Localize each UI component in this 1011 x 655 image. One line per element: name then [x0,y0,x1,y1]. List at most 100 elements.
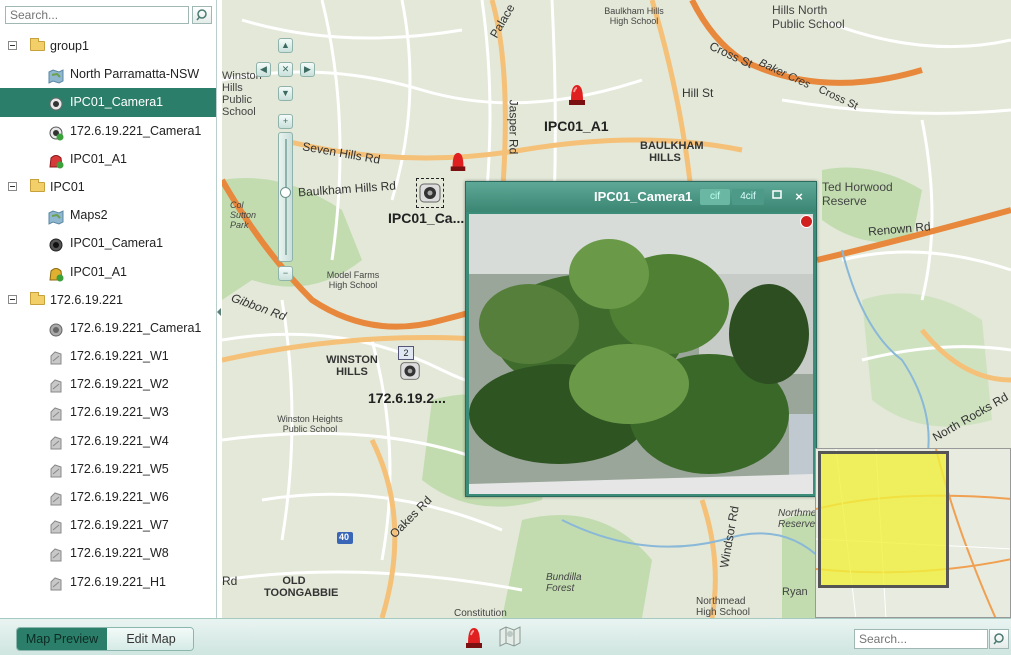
cif-button[interactable]: cif [700,189,730,205]
tree-item[interactable]: IPC01_Camera1 [0,229,216,257]
tree-item[interactable]: 172.6.19.221_W8 [0,539,216,567]
maximize-button[interactable] [770,189,784,205]
popup-title: IPC01_Camera1 [594,189,693,204]
folder-icon [30,291,45,305]
street-label: Jasper Rd [506,99,521,155]
tree-label: 172.6.19.221_W6 [70,490,169,504]
pan-down-button[interactable]: ▼ [278,86,293,101]
pan-center-button[interactable]: ✕ [278,62,293,77]
tree-group[interactable]: 172.6.19.221 [0,286,216,314]
tree-item[interactable]: 172.6.19.221_W5 [0,455,216,483]
tree-label: 172.6.19.221_W2 [70,377,169,392]
overview-minimap[interactable] [815,448,1011,618]
4cif-button[interactable]: 4cif [732,189,764,205]
tree-label: IPC01_Camera1 [70,236,164,251]
tree-item[interactable]: North Parramatta-NSW [0,60,216,88]
tree-item[interactable]: 172.6.19.221_W3 [0,398,216,426]
tab-map-preview[interactable]: Map Preview [17,628,107,650]
collapse-toggle-icon[interactable] [8,41,17,50]
map-place-label: Bundilla Forest [546,572,582,594]
map-place-label: Winston Hills Public School [222,70,262,118]
minus-icon: − [282,268,289,278]
route-shield-label: 40 [339,532,350,542]
zone-icon [48,489,64,506]
camera-device-ipc01[interactable] [416,178,444,208]
pan-right-button[interactable]: ▶ [300,62,315,77]
video-frame [469,214,813,494]
collapse-toggle-icon[interactable] [8,181,17,191]
zoom-slider-handle[interactable] [280,187,291,198]
tree-item[interactable]: 172.6.19.221_Camera1 [0,117,216,145]
tree-label: 172.6.19.221_W7 [70,518,169,533]
zoom-slider[interactable] [278,132,293,262]
tree-item[interactable]: IPC01_A1 [0,258,216,286]
street-label: Hill St [682,86,714,100]
alarm-siren-icon [569,85,585,105]
chevron-right-icon: ▶ [304,64,311,74]
camera-online-icon [48,123,64,141]
tree-item[interactable]: IPC01_A1 [0,145,216,173]
map-place-label: Constitution [454,608,507,618]
tree-item[interactable]: 172.6.19.221_W2 [0,370,216,398]
tree-item[interactable]: Maps2 [0,201,216,229]
zone-icon [48,376,64,393]
pan-up-button[interactable]: ▲ [278,38,293,53]
device-label: IPC01_A1 [544,118,609,134]
center-icon: ✕ [281,64,290,74]
alarm-siren-icon [466,628,482,648]
alarm-siren-button[interactable] [463,624,485,653]
resource-tree-panel: group1 North Parramatta-NSW IPC01_Camera1 1… [0,0,221,618]
tree-item[interactable]: 172.6.19.221_Camera1 [0,314,216,342]
tree-label: IPC01_A1 [70,151,127,166]
tree-label: 172.6.19.221 [50,292,123,307]
zone-icon [48,404,64,421]
tree-group[interactable]: group1 [0,32,216,60]
minimap-viewport[interactable] [818,451,949,588]
mode-tabs: Map Preview Edit Map [16,627,194,651]
map-icon [48,207,64,225]
tree-item[interactable]: 172.6.19.221_H1 [0,568,216,596]
tree-search-button[interactable] [192,6,212,24]
map-place-label: Ted Horwood Reserve [822,180,893,208]
popup-titlebar[interactable]: IPC01_Camera1 cif 4cif × [466,182,816,212]
map-search-button[interactable] [989,629,1009,649]
camera-icon [400,362,420,380]
folder-icon [30,38,45,51]
camera-offline-icon [48,320,64,337]
tab-edit-map[interactable]: Edit Map [107,628,193,650]
map-place-label: OLD TOONGABBIE [264,575,339,599]
tree-label: 172.6.19.221_W5 [70,461,169,476]
tree-item[interactable]: 172.6.19.221_W4 [0,427,216,455]
camera-icon [48,94,64,111]
tree-item[interactable]: 172.6.19.221_W1 [0,342,216,370]
pan-left-button[interactable]: ◀ [256,62,271,77]
zoom-out-button[interactable]: − [278,266,293,281]
zone-icon [48,517,64,534]
record-alert-icon[interactable] [800,215,813,228]
tree-label: IPC01 [50,179,85,194]
zoom-in-button[interactable]: + [278,114,293,129]
map-place-label: Col Sutton Park [230,200,257,230]
tree-item[interactable]: 172.6.19.221_W6 [0,483,216,511]
tree-label: Maps2 [70,208,108,223]
chevron-left-icon: ◀ [260,64,267,74]
tree-item[interactable]: IPC01_Camera1 [0,88,216,117]
maximize-icon [772,190,782,199]
zone-icon [48,545,64,562]
tree-group[interactable]: IPC01 [0,173,216,201]
tree-label: 172.6.19.221_Camera1 [70,123,202,138]
close-button[interactable]: × [792,189,806,205]
camera-icon [419,183,441,203]
tree-item[interactable]: 172.6.19.221_W7 [0,511,216,539]
zone-icon [48,348,64,365]
plus-icon: + [282,116,289,126]
tree-search-input[interactable] [5,6,189,24]
map-search-input[interactable] [854,629,988,649]
map-overview-button[interactable] [498,625,522,650]
camera-preview-popup[interactable]: IPC01_Camera1 cif 4cif × [465,181,817,497]
live-video-feed[interactable] [469,214,813,494]
tree-label: North Parramatta-NSW [70,67,200,82]
collapse-toggle-icon[interactable] [8,294,17,304]
zone-icon [48,574,64,591]
map-place-label: Model Farms High School [326,270,380,290]
